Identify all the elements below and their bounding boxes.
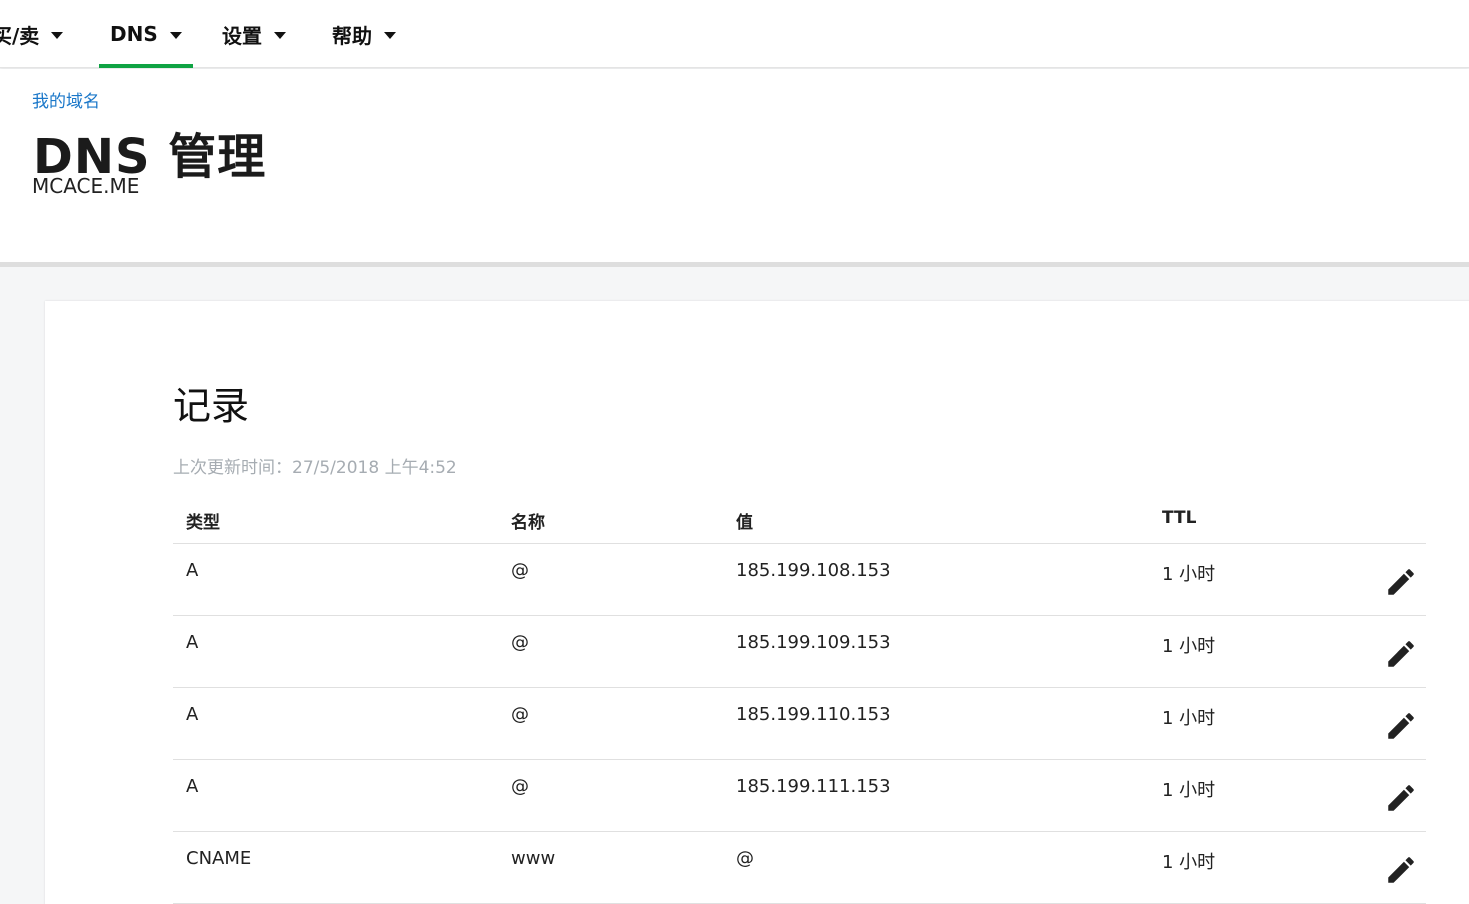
pencil-icon — [1388, 785, 1414, 811]
table-row: A @ 185.199.111.153 1 小时 — [173, 760, 1426, 832]
edit-record-button[interactable] — [1381, 634, 1421, 674]
nav-settings-label: 设置 — [222, 23, 262, 48]
caret-down-icon — [274, 31, 286, 39]
table-row: A @ 185.199.108.153 1 小时 — [173, 544, 1426, 616]
caret-down-icon — [51, 31, 64, 39]
top-navigation: 买/卖 DNS 设置 帮助 — [0, 0, 1469, 68]
record-type: A — [186, 776, 199, 797]
pencil-icon — [1388, 713, 1414, 739]
nav-dns-label: DNS — [110, 22, 158, 46]
record-value: @ — [736, 848, 754, 869]
record-type: A — [186, 632, 199, 653]
record-name: @ — [511, 704, 529, 725]
record-ttl: 1 小时 — [1162, 636, 1216, 657]
table-row: A @ 185.199.110.153 1 小时 — [173, 688, 1426, 760]
record-ttl: 1 小时 — [1162, 780, 1216, 801]
record-type: CNAME — [186, 848, 252, 869]
record-type: A — [186, 704, 199, 725]
record-value: 185.199.111.153 — [736, 776, 891, 797]
record-ttl: 1 小时 — [1162, 852, 1216, 873]
nav-help-menu[interactable]: 帮助 — [332, 0, 396, 68]
record-ttl: 1 小时 — [1162, 708, 1216, 729]
record-name: @ — [511, 560, 529, 581]
nav-help-label: 帮助 — [332, 23, 372, 48]
record-type: A — [186, 560, 199, 581]
table-header: 类型 名称 值 TTL — [173, 501, 1426, 544]
column-header-type: 类型 — [186, 513, 220, 533]
caret-down-icon — [384, 31, 396, 39]
column-header-value: 值 — [736, 513, 753, 533]
edit-record-button[interactable] — [1381, 706, 1421, 746]
record-name: @ — [511, 632, 529, 653]
record-value: 185.199.108.153 — [736, 560, 891, 581]
records-card: 记录 上次更新时间：27/5/2018 上午4:52 类型 名称 值 TTL A… — [45, 301, 1469, 904]
record-value: 185.199.110.153 — [736, 704, 891, 725]
edit-record-button[interactable] — [1381, 850, 1421, 890]
record-value: 185.199.109.153 — [736, 632, 891, 653]
table-row: A @ 185.199.109.153 1 小时 — [173, 616, 1426, 688]
nav-buy-sell-label: 买/卖 — [0, 23, 40, 48]
record-ttl: 1 小时 — [1162, 564, 1216, 585]
column-header-name: 名称 — [511, 513, 545, 533]
pencil-icon — [1388, 641, 1414, 667]
table-row: CNAME www @ 1 小时 — [173, 832, 1426, 904]
record-name: www — [511, 848, 556, 869]
breadcrumb-my-domains[interactable]: 我的域名 — [32, 87, 100, 112]
pencil-icon — [1388, 569, 1414, 595]
caret-down-icon — [169, 31, 182, 39]
dns-records-table: 类型 名称 值 TTL A @ 185.199.108.153 1 小时 A @… — [173, 501, 1426, 904]
column-header-ttl: TTL — [1162, 508, 1197, 528]
record-name: @ — [511, 776, 529, 797]
last-updated-text: 上次更新时间：27/5/2018 上午4:52 — [173, 458, 457, 478]
nav-settings-menu[interactable]: 设置 — [222, 0, 286, 68]
domain-name: MCACE.ME — [32, 174, 140, 198]
edit-record-button[interactable] — [1381, 562, 1421, 602]
nav-buy-sell-menu[interactable]: 买/卖 — [0, 0, 64, 68]
nav-dns-menu[interactable]: DNS — [99, 0, 193, 68]
edit-record-button[interactable] — [1381, 778, 1421, 818]
header-divider — [0, 262, 1469, 267]
page-header: 我的域名 DNS 管理 MCACE.ME — [0, 69, 1469, 262]
records-title: 记录 — [173, 384, 250, 428]
pencil-icon — [1388, 857, 1414, 883]
